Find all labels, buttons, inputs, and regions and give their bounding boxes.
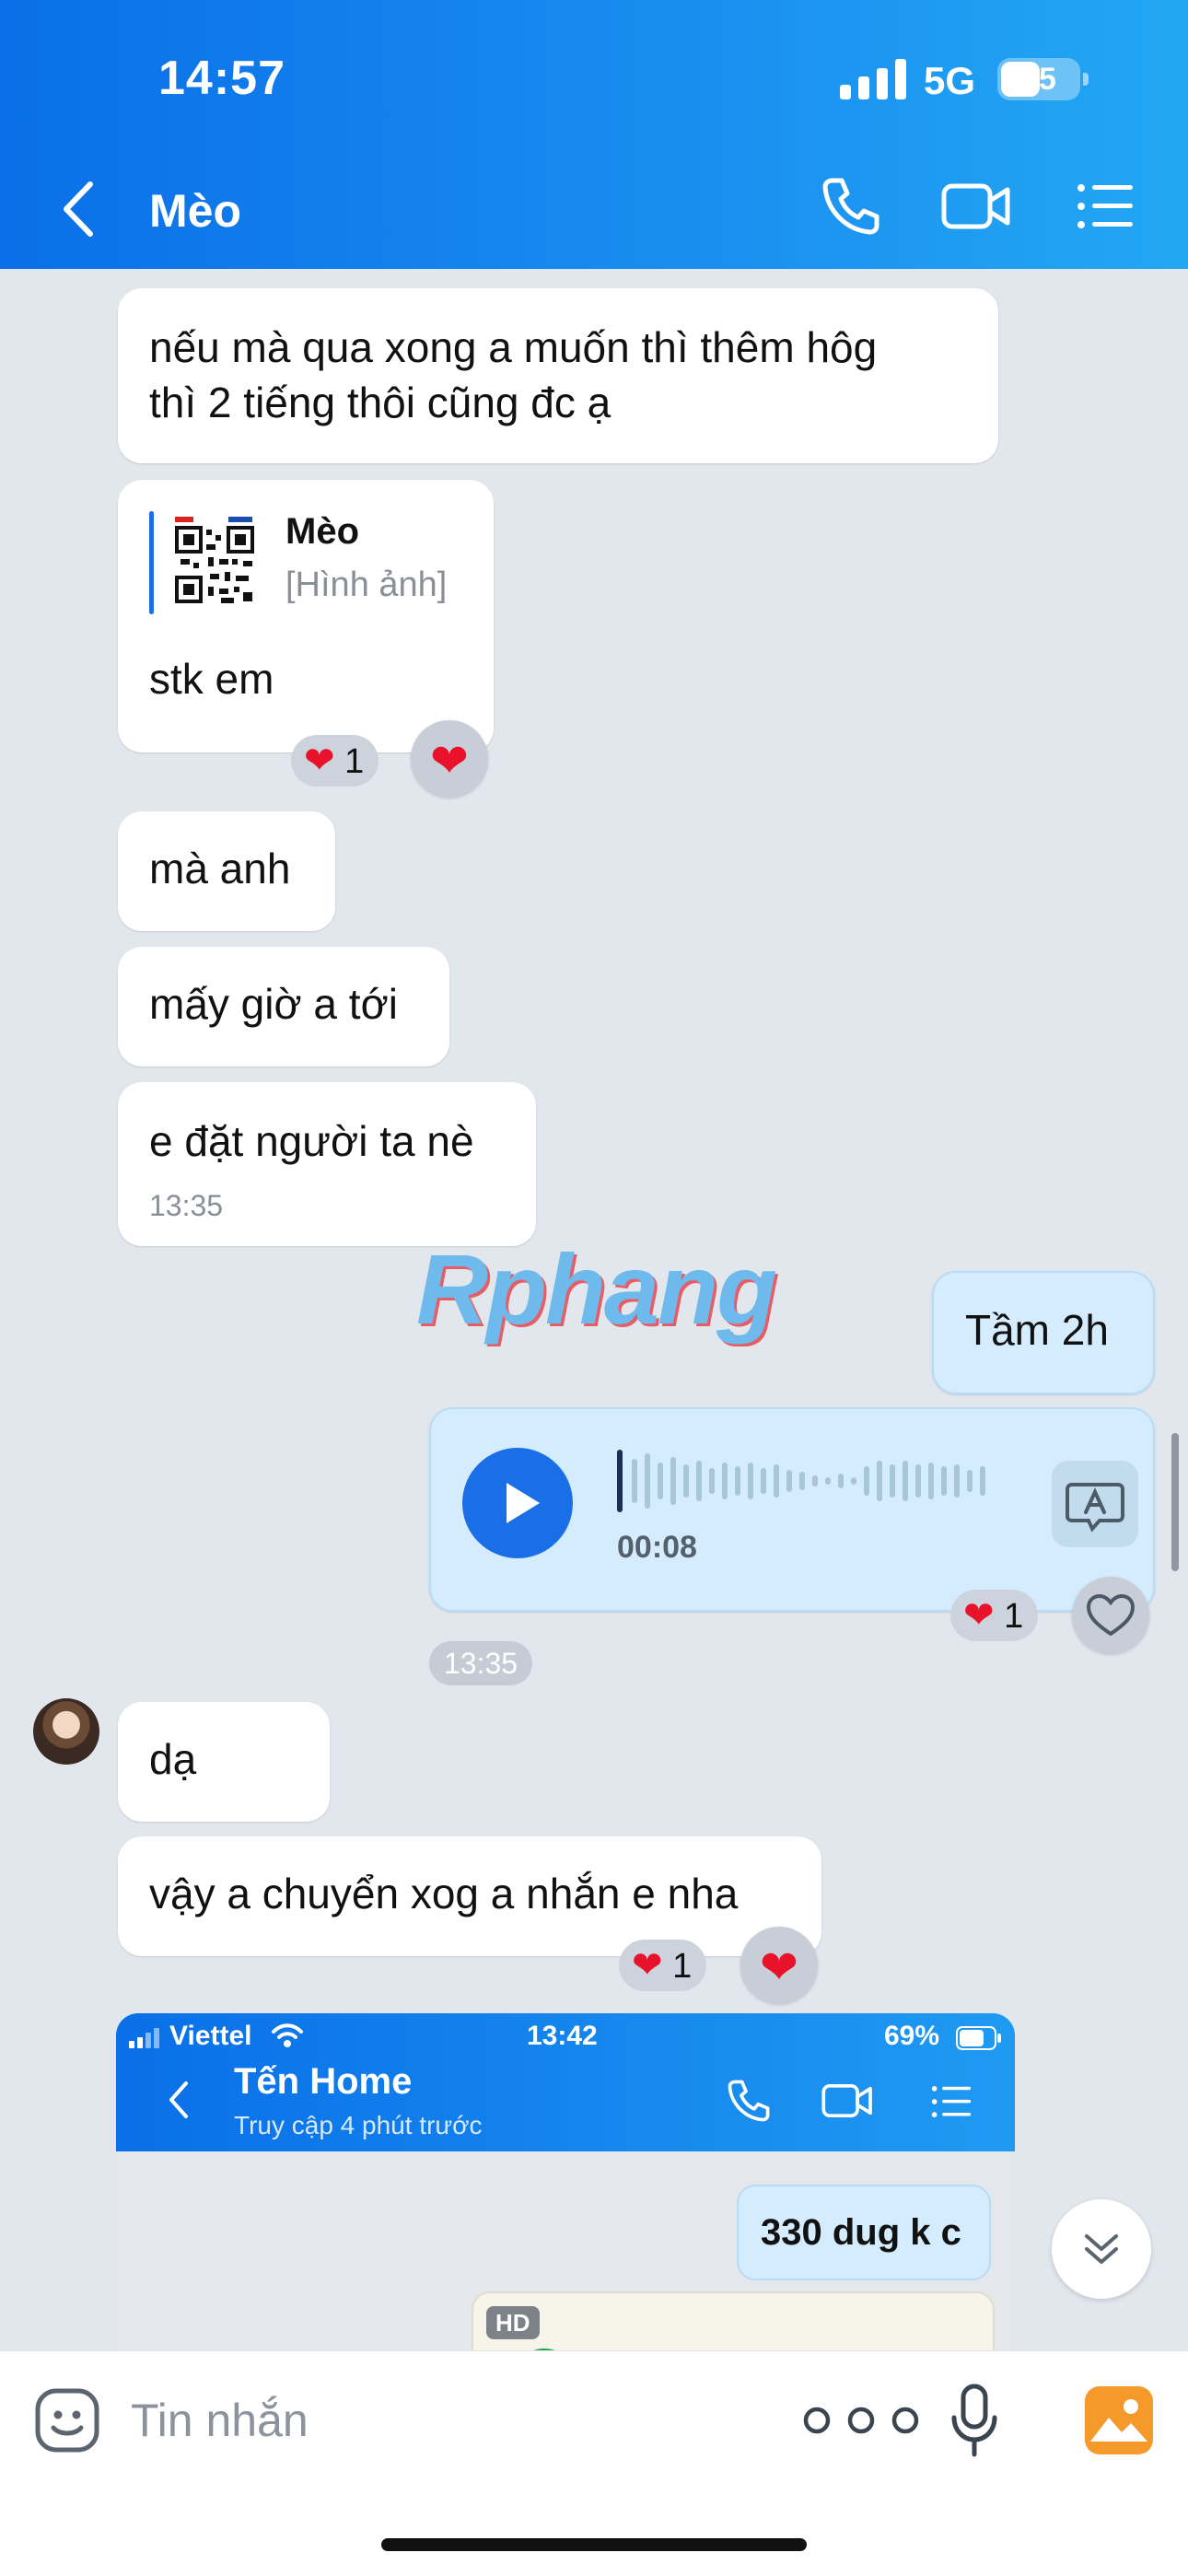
play-icon — [507, 1483, 540, 1523]
message-bubble[interactable]: e đặt người ta nè 13:35 — [118, 1082, 536, 1246]
sticker-icon[interactable] — [33, 2386, 101, 2454]
embedded-message-text: 330 dug k c — [761, 2212, 961, 2253]
message-input-placeholder: Tin nhắn — [131, 2395, 309, 2446]
message-text: Tầm 2h — [965, 1306, 1109, 1354]
message-text: nếu mà qua xong a muốn thì thêm hôg — [149, 323, 878, 371]
message-bubble-sent[interactable]: Tầm 2h — [932, 1271, 1155, 1394]
more-options-icon[interactable] — [801, 2405, 921, 2436]
chat-header: 14:57 5G 25 Mèo — [0, 0, 1188, 269]
scrollbar[interactable] — [1171, 1433, 1179, 1571]
message-bubble[interactable]: mà anh — [118, 811, 335, 931]
message-text: vậy a chuyển xog a nhắn e nha — [149, 1870, 739, 1917]
network-type: 5G — [924, 59, 976, 102]
message-text: stk em — [149, 655, 274, 703]
hd-badge: HD — [486, 2306, 540, 2339]
quote-sender: Mèo — [285, 511, 359, 552]
heart-icon: ❤ — [760, 1941, 798, 1993]
reaction-summary[interactable]: ❤ 1 — [619, 1940, 707, 1991]
react-button[interactable]: ❤ — [740, 1927, 818, 2004]
message-bubble[interactable]: vậy a chuyển xog a nhắn e nha — [118, 1836, 821, 1956]
message-bubble[interactable]: mấy giờ a tới — [118, 947, 449, 1067]
heart-outline-icon — [1086, 1593, 1136, 1637]
avatar[interactable] — [33, 1698, 99, 1765]
heart-icon: ❤ — [963, 1595, 995, 1636]
status-time: 14:57 — [158, 52, 285, 105]
video-call-icon — [821, 2083, 872, 2118]
quote-type: [Hình ảnh] — [285, 565, 448, 604]
reaction-count: 1 — [1004, 1597, 1024, 1636]
reaction-count: 1 — [672, 1947, 693, 1986]
chat-title[interactable]: Mèo — [149, 184, 241, 238]
message-time: 13:35 — [429, 1641, 533, 1685]
transcribe-button[interactable] — [1052, 1461, 1138, 1547]
reaction-summary[interactable]: ❤ 1 — [291, 735, 379, 787]
wifi-icon — [272, 2023, 303, 2047]
message-bubble[interactable]: dạ — [118, 1702, 330, 1822]
back-icon — [169, 2081, 188, 2118]
heart-icon: ❤ — [304, 740, 335, 781]
battery-icon: 25 — [997, 58, 1089, 100]
home-indicator — [381, 2538, 807, 2551]
signal-icon — [129, 2028, 159, 2048]
heart-icon: ❤ — [430, 735, 469, 787]
voice-message-bubble[interactable]: 00:08 — [429, 1407, 1155, 1612]
gallery-icon[interactable] — [1083, 2384, 1155, 2456]
phone-icon — [728, 2080, 770, 2122]
play-button[interactable] — [462, 1448, 573, 1558]
embedded-message: 330 dug k c — [737, 2185, 991, 2280]
embedded-header: Viettel 13:42 69% Tến Home Truy cập 4 ph… — [116, 2013, 1015, 2151]
microphone-icon[interactable] — [949, 2383, 1000, 2458]
qr-code-thumbnail[interactable] — [173, 515, 256, 607]
reaction-summary[interactable]: ❤ 1 — [950, 1590, 1039, 1641]
react-button[interactable] — [1072, 1577, 1149, 1654]
message-text: mà anh — [149, 845, 291, 892]
reaction-count: 1 — [344, 742, 365, 781]
react-button[interactable]: ❤ — [411, 720, 488, 798]
message-text: mấy giờ a tới — [149, 980, 398, 1028]
message-text: dạ — [149, 1735, 197, 1783]
heart-icon: ❤ — [632, 1945, 663, 1986]
scroll-down-button[interactable] — [1052, 2199, 1151, 2299]
message-bubble[interactable]: nếu mà qua xong a muốn thì thêm hôg thì … — [118, 288, 998, 463]
menu-list-icon — [931, 2086, 972, 2117]
battery-level: 25 — [1021, 62, 1056, 97]
embedded-time: 13:42 — [527, 2021, 598, 2051]
waveform — [617, 1450, 985, 1512]
message-text: e đặt người ta nè — [149, 1117, 474, 1165]
message-text: thì 2 tiếng thôi cũng đc ạ — [149, 379, 611, 426]
menu-list-icon[interactable] — [1076, 175, 1135, 238]
phone-icon[interactable] — [820, 175, 882, 238]
message-input[interactable]: Tin nhắn — [131, 2388, 775, 2453]
embedded-battery: 69% — [884, 2021, 940, 2051]
watermark: Rphang — [416, 1233, 777, 1345]
embedded-carrier: Viettel — [169, 2021, 252, 2051]
transcribe-icon — [1066, 1483, 1124, 1533]
signal-icon — [840, 59, 906, 99]
message-bubble[interactable]: Mèo [Hình ảnh] stk em — [118, 480, 494, 752]
embedded-subtitle: Truy cập 4 phút trước — [234, 2111, 483, 2139]
image-message[interactable]: Viettel 13:42 69% Tến Home Truy cập 4 ph… — [116, 2013, 1015, 2382]
quote-bar — [149, 511, 154, 614]
embedded-battery-icon — [956, 2026, 1001, 2050]
embedded-title: Tến Home — [234, 2061, 413, 2102]
voice-duration: 00:08 — [617, 1530, 697, 1565]
message-time: 13:35 — [149, 1189, 224, 1222]
video-call-icon[interactable] — [941, 175, 1011, 238]
back-icon[interactable] — [55, 177, 101, 241]
double-chevron-down-icon — [1085, 2234, 1118, 2264]
